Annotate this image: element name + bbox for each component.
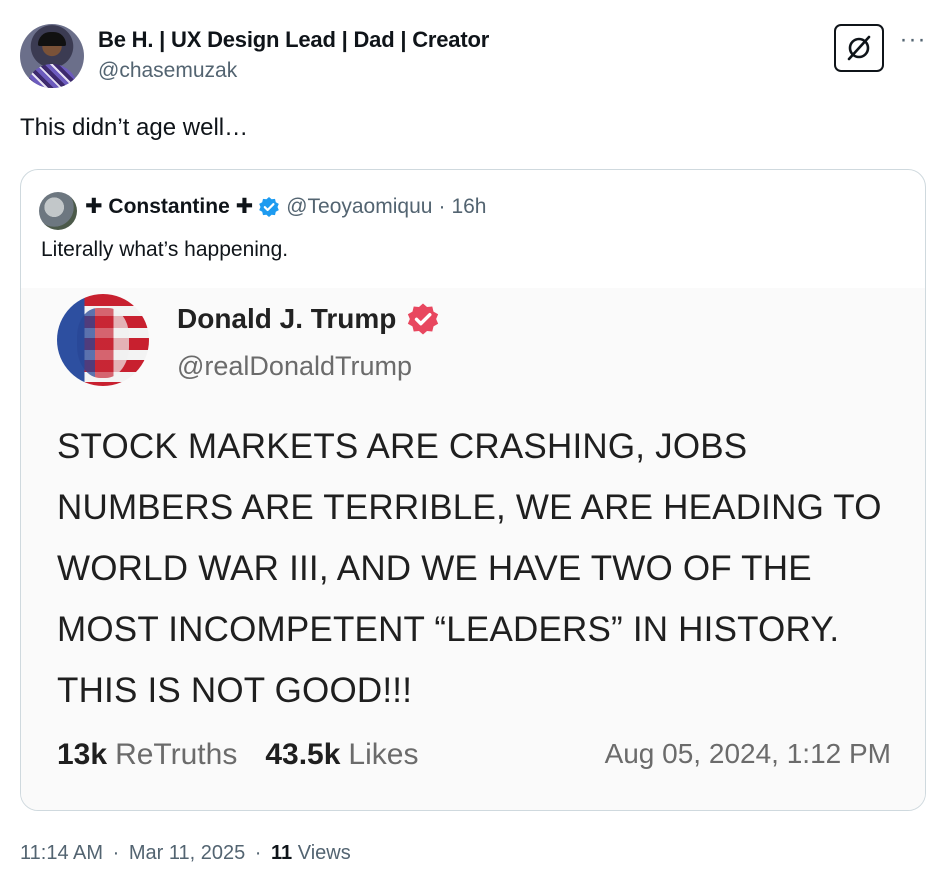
- post-time[interactable]: 11:14 AM: [20, 842, 103, 864]
- truth-handle: @realDonaldTrump: [177, 351, 412, 381]
- retruths-label: ReTruths: [115, 738, 238, 771]
- retruths-count: 13k: [57, 738, 108, 771]
- truth-avatar: [57, 294, 149, 386]
- quoted-tweet[interactable]: ✚ Constantine ✚ @Teoyaomiquu · 16h Liter…: [20, 169, 926, 811]
- grok-button[interactable]: [834, 24, 884, 72]
- truth-name-row: Donald J. Trump: [177, 302, 440, 336]
- grok-icon: [847, 35, 871, 61]
- meta-separator: ·: [112, 842, 120, 864]
- quoted-avatar[interactable]: [39, 192, 77, 230]
- author-name[interactable]: Be H. | UX Design Lead | Dad | Creator: [98, 27, 489, 53]
- meta-separator: ·: [254, 842, 262, 864]
- verified-badge-icon: [259, 196, 280, 217]
- quoted-age[interactable]: 16h: [451, 195, 486, 219]
- truth-name: Donald J. Trump: [177, 303, 397, 334]
- views-count[interactable]: 11: [271, 842, 292, 864]
- quoted-header: ✚ Constantine ✚ @Teoyaomiquu · 16h: [85, 194, 486, 219]
- truth-timestamp: Aug 05, 2024, 1:12 PM: [604, 738, 891, 769]
- quoted-text: Literally what’s happening.: [41, 238, 289, 261]
- quoted-name[interactable]: ✚ Constantine ✚: [85, 194, 253, 219]
- author-handle[interactable]: @chasemuzak: [98, 59, 237, 83]
- post-meta: 11:14 AM · Mar 11, 2025 · 11 Views: [20, 842, 351, 865]
- likes-label: Likes: [348, 738, 419, 771]
- views-label[interactable]: Views: [298, 842, 351, 864]
- avatar-cap: [38, 32, 66, 46]
- quoted-image[interactable]: Donald J. Trump @realDonaldTrump STOCK M…: [21, 288, 925, 810]
- quoted-handle[interactable]: @Teoyaomiquu: [286, 195, 432, 219]
- truth-body: STOCK MARKETS ARE CRASHING, JOBS NUMBERS…: [57, 427, 882, 710]
- avatar-shirt: [26, 64, 78, 88]
- likes-count: 43.5k: [265, 738, 341, 771]
- post-date[interactable]: Mar 11, 2025: [129, 842, 245, 864]
- tweet-text: This didn’t age well…: [20, 114, 249, 141]
- truth-avatar-face: [77, 308, 129, 378]
- author-avatar[interactable]: [20, 24, 84, 88]
- quoted-separator: ·: [438, 194, 446, 218]
- truth-stats: 13k ReTruths 43.5k Likes: [57, 738, 418, 772]
- more-options-icon[interactable]: ···: [898, 28, 928, 54]
- truth-verified-badge-icon: [408, 303, 439, 335]
